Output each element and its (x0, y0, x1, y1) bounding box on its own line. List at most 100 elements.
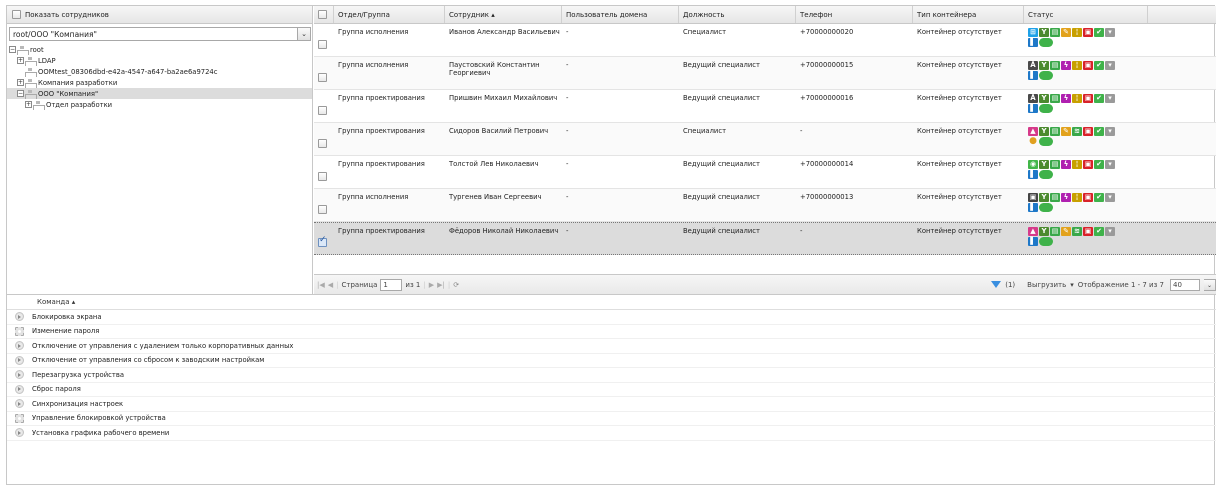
col-header-phone[interactable]: Телефон (796, 6, 913, 23)
bolt-icon: ϟ (1061, 160, 1071, 169)
status-icons: ▣ Y ▤ ϟ ¦ ▣ ✔ ▾ ▌ (1028, 193, 1124, 212)
cell-employee: Тургенев Иван Сергеевич (449, 193, 542, 201)
table-row[interactable]: Группа проектирования Фёдоров Николай Ник… (314, 222, 1216, 255)
gear-icon[interactable] (15, 413, 24, 423)
col-header-position[interactable]: Должность (679, 6, 796, 23)
command-row[interactable]: Установка графика рабочего времени (7, 426, 1216, 441)
commands-panel: Команда ▴ Блокировка экрана Изменение пар… (7, 294, 1216, 486)
row-checkbox[interactable] (318, 204, 327, 214)
command-label: Блокировка экрана (32, 312, 102, 321)
expand-icon[interactable] (15, 341, 24, 351)
table-row[interactable]: Группа исполнения Иванов Александр Василь… (314, 24, 1216, 57)
chevron-down-icon[interactable]: ⌄ (297, 28, 310, 40)
gear-icon[interactable] (15, 326, 24, 336)
cell-status: ▣ Y ▤ ϟ ¦ ▣ ✔ ▾ ▌ (1024, 189, 1148, 221)
chevron-down-icon[interactable]: ⌄ (1204, 278, 1216, 291)
show-employees-checkbox[interactable] (12, 10, 21, 19)
row-checkbox[interactable] (318, 105, 327, 115)
col-header-employee[interactable]: Сотрудник ▴ (445, 6, 562, 23)
mdm-icon: Y (1039, 28, 1049, 37)
app-frame: Показать сотрудников root/ООО "Компания"… (6, 5, 1216, 486)
page-input[interactable]: 1 (380, 278, 403, 291)
prev-page-icon[interactable]: ◀ (328, 281, 333, 289)
expand-icon[interactable] (15, 428, 24, 438)
col-header-domain-user[interactable]: Пользователь домена (562, 6, 679, 23)
row-checkbox[interactable] (318, 39, 327, 49)
command-label: Отключение от управления с удалением тол… (32, 341, 294, 350)
expand-icon[interactable]: + (17, 79, 24, 86)
tree-node[interactable]: + LDAP (7, 55, 312, 66)
command-row[interactable]: Изменение пароля (7, 325, 1216, 339)
status-icons: ◉ Y ▤ ϟ ¦ ▣ ✔ ▾ ▌ (1028, 160, 1124, 179)
cell-container: Контейнер отсутствует (917, 227, 1002, 235)
col-header-container[interactable]: Тип контейнера (913, 6, 1024, 23)
collapse-icon[interactable]: − (17, 90, 24, 97)
command-row[interactable]: Отключение от управления со сбросом к за… (7, 354, 1216, 368)
refresh-icon[interactable]: ⟳ (453, 281, 459, 289)
key-icon: ✎ (1061, 28, 1071, 37)
id-icon: ▌ (1028, 170, 1038, 179)
expand-icon[interactable]: + (25, 101, 32, 108)
select-all-checkbox[interactable] (318, 10, 327, 19)
table-row[interactable]: Группа исполнения Тургенев Иван Сергеевич… (314, 189, 1216, 222)
lock-icon: ▤ (1050, 61, 1060, 70)
page-size-select[interactable]: 40 (1170, 278, 1200, 291)
toggle-icon (1039, 137, 1053, 146)
next-page-icon[interactable]: ▶ (429, 281, 434, 289)
command-row[interactable]: Управление блокировкой устройства (7, 412, 1216, 426)
cell-phone: - (800, 227, 803, 235)
row-checkbox[interactable] (318, 236, 327, 247)
tree-node[interactable]: + Компания разработки (7, 77, 312, 88)
command-row[interactable]: Перезагрузка устройства (7, 368, 1216, 383)
expand-icon[interactable]: + (17, 57, 24, 64)
tree-node-label: Компания разработки (38, 78, 118, 87)
app-icon: ▣ (1083, 28, 1093, 37)
gray-icon: ▾ (1105, 127, 1115, 136)
expand-icon[interactable] (15, 399, 24, 409)
command-row[interactable]: Блокировка экрана (7, 310, 1216, 325)
command-row[interactable]: Отключение от управления с удалением тол… (7, 339, 1216, 354)
expand-icon[interactable] (15, 370, 24, 380)
gray-icon: ▾ (1105, 160, 1115, 169)
cell-spacer (1148, 123, 1216, 155)
status-icons: ▲ Y ▤ ✎ ≋ ▣ ✔ ▾ ● (1028, 127, 1124, 146)
org-path-select[interactable]: root/ООО "Компания" ⌄ (9, 27, 311, 41)
filter-icon[interactable] (991, 281, 1002, 288)
command-row[interactable]: Сброс пароля (7, 383, 1216, 397)
row-checkbox[interactable] (318, 72, 327, 82)
export-button[interactable]: Выгрузить (1027, 281, 1066, 289)
table-row[interactable]: Группа исполнения Паустовский Константин … (314, 57, 1216, 90)
tree-node[interactable]: + Отдел разработки (7, 99, 312, 110)
id-icon: ▌ (1028, 104, 1038, 113)
tree-node[interactable]: − root (7, 44, 312, 55)
tree-node[interactable]: OOMtest_08306dbd-e42a-4547-a647-ba2ae6a9… (7, 66, 312, 77)
row-checkbox[interactable] (318, 171, 327, 181)
collapse-icon[interactable]: − (9, 46, 16, 53)
page-of-label: из 1 (405, 280, 421, 289)
table-row[interactable]: Группа проектирования Сидоров Василий Пет… (314, 123, 1216, 156)
ok-icon: ✔ (1094, 94, 1104, 103)
bolt-icon: ϟ (1061, 94, 1071, 103)
cell-position: Ведущий специалист (683, 160, 760, 168)
status-icons: Å Y ▤ ϟ ¦ ▣ ✔ ▾ ▌ (1028, 61, 1124, 80)
command-label: Изменение пароля (32, 327, 100, 336)
tree-node[interactable]: − ООО "Компания" (7, 88, 312, 99)
commands-header[interactable]: Команда ▴ (7, 295, 1216, 310)
col-header-status[interactable]: Статус (1024, 6, 1148, 23)
first-page-icon[interactable]: |◀ (317, 281, 325, 289)
table-row[interactable]: Группа проектирования Пришвин Михаил Миха… (314, 90, 1216, 123)
last-page-icon[interactable]: ▶| (437, 281, 445, 289)
table-row[interactable]: Группа проектирования Толстой Лев Николае… (314, 156, 1216, 189)
expand-icon[interactable] (15, 384, 24, 394)
cell-domain-user: - (566, 28, 569, 36)
cell-employee: Фёдоров Николай Николаевич (449, 227, 559, 235)
command-row[interactable]: Синхронизация настроек (7, 397, 1216, 412)
row-checkbox[interactable] (318, 138, 327, 148)
col-header-group[interactable]: Отдел/Группа (334, 6, 445, 23)
expand-icon[interactable] (15, 312, 24, 322)
export-dropdown-icon[interactable]: ▾ (1070, 281, 1074, 289)
cell-position: Ведущий специалист (683, 94, 760, 102)
expand-icon[interactable] (15, 355, 24, 365)
mdm-icon: Y (1039, 160, 1049, 169)
toggle-icon (1039, 203, 1053, 212)
